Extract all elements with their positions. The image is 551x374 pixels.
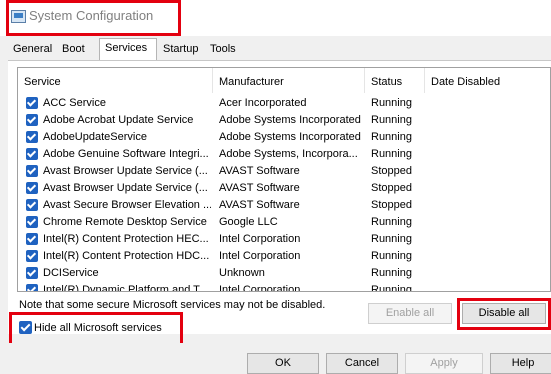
manufacturer-cell: AVAST Software	[219, 165, 300, 177]
service-name-cell: Adobe Acrobat Update Service	[43, 114, 194, 126]
list-header: Service Manufacturer Status Date Disable…	[18, 68, 550, 93]
manufacturer-cell: Intel Corporation	[219, 233, 301, 245]
manufacturer-cell: Adobe Systems, Incorpora...	[219, 148, 358, 160]
manufacturer-cell: Intel Corporation	[219, 284, 301, 292]
service-enabled-checkbox[interactable]	[26, 182, 38, 194]
date-disabled-cell	[431, 197, 549, 214]
date-disabled-cell	[431, 146, 549, 163]
date-disabled-cell	[431, 129, 549, 146]
column-header-date-disabled[interactable]: Date Disabled	[425, 68, 550, 93]
service-name-cell: Intel(R) Dynamic Platform and T...	[43, 284, 208, 292]
service-name-cell: Intel(R) Content Protection HEC...	[43, 233, 209, 245]
column-header-manufacturer[interactable]: Manufacturer	[213, 68, 365, 93]
status-cell: Running	[371, 97, 412, 109]
date-disabled-cell	[431, 95, 549, 112]
status-cell: Stopped	[371, 199, 412, 211]
column-header-service[interactable]: Service	[18, 68, 213, 93]
apply-button[interactable]: Apply	[405, 353, 483, 374]
service-name-cell: Adobe Genuine Software Integri...	[43, 148, 209, 160]
table-row[interactable]: AdobeUpdateService Adobe Systems Incorpor…	[18, 129, 550, 146]
status-cell: Running	[371, 216, 412, 228]
dialog-button-bar: OK Cancel Apply Help	[0, 343, 551, 374]
table-row[interactable]: Chrome Remote Desktop Service Google LLC R…	[18, 214, 550, 231]
table-row[interactable]: Intel(R) Content Protection HEC... Intel …	[18, 231, 550, 248]
status-cell: Running	[371, 250, 412, 262]
table-row[interactable]: Intel(R) Dynamic Platform and T... Intel …	[18, 282, 550, 292]
tab-services[interactable]: Services	[99, 38, 157, 60]
status-cell: Stopped	[371, 165, 412, 177]
service-name-cell: DCIService	[43, 267, 99, 279]
status-cell: Running	[371, 284, 412, 292]
table-row[interactable]: DCIService Unknown Running	[18, 265, 550, 282]
service-enabled-checkbox[interactable]	[26, 97, 38, 109]
date-disabled-cell	[431, 112, 549, 129]
date-disabled-cell	[431, 163, 549, 180]
service-name-cell: ACC Service	[43, 97, 106, 109]
table-row[interactable]: Avast Browser Update Service (... AVAST S…	[18, 180, 550, 197]
service-enabled-checkbox[interactable]	[26, 131, 38, 143]
status-cell: Running	[371, 148, 412, 160]
manufacturer-cell: Google LLC	[219, 216, 278, 228]
service-enabled-checkbox[interactable]	[26, 148, 38, 160]
enable-all-button[interactable]: Enable all	[368, 303, 452, 324]
service-enabled-checkbox[interactable]	[26, 284, 38, 291]
table-row[interactable]: Adobe Genuine Software Integri... Adobe S…	[18, 146, 550, 163]
manufacturer-cell: Intel Corporation	[219, 250, 301, 262]
help-button[interactable]: Help	[490, 353, 551, 374]
service-name-cell: Avast Browser Update Service (...	[43, 182, 208, 194]
table-row[interactable]: Avast Secure Browser Elevation ... AVAST …	[18, 197, 550, 214]
ok-button[interactable]: OK	[247, 353, 319, 374]
tab-boot[interactable]: Boot	[57, 40, 97, 59]
column-header-status[interactable]: Status	[365, 68, 425, 93]
date-disabled-cell	[431, 282, 549, 291]
service-enabled-checkbox[interactable]	[26, 233, 38, 245]
manufacturer-cell: AVAST Software	[219, 182, 300, 194]
date-disabled-cell	[431, 265, 549, 282]
manufacturer-cell: Acer Incorporated	[219, 97, 307, 109]
service-name-cell: Avast Browser Update Service (...	[43, 165, 208, 177]
service-name-cell: Intel(R) Content Protection HDC...	[43, 250, 210, 262]
cancel-button[interactable]: Cancel	[326, 353, 398, 374]
table-row[interactable]: Intel(R) Content Protection HDC... Intel …	[18, 248, 550, 265]
service-enabled-checkbox[interactable]	[26, 199, 38, 211]
status-cell: Running	[371, 233, 412, 245]
tab-general[interactable]: General	[8, 40, 55, 59]
date-disabled-cell	[431, 231, 549, 248]
secure-services-note: Note that some secure Microsoft services…	[19, 299, 326, 311]
table-row[interactable]: Adobe Acrobat Update Service Adobe System…	[18, 112, 550, 129]
status-cell: Running	[371, 131, 412, 143]
table-row[interactable]: ACC Service Acer Incorporated Running	[18, 95, 550, 112]
service-name-cell: Chrome Remote Desktop Service	[43, 216, 207, 228]
manufacturer-cell: Adobe Systems Incorporated	[219, 131, 361, 143]
tab-startup[interactable]: Startup	[158, 40, 204, 59]
status-cell: Running	[371, 267, 412, 279]
highlight-box-title	[6, 0, 181, 36]
date-disabled-cell	[431, 214, 549, 231]
date-disabled-cell	[431, 180, 549, 197]
service-enabled-checkbox[interactable]	[26, 250, 38, 262]
service-name-cell: Avast Secure Browser Elevation ...	[43, 199, 211, 211]
manufacturer-cell: Adobe Systems Incorporated	[219, 114, 361, 126]
service-enabled-checkbox[interactable]	[26, 267, 38, 279]
status-cell: Running	[371, 114, 412, 126]
table-row[interactable]: Avast Browser Update Service (... AVAST S…	[18, 163, 550, 180]
manufacturer-cell: AVAST Software	[219, 199, 300, 211]
service-enabled-checkbox[interactable]	[26, 216, 38, 228]
status-cell: Stopped	[371, 182, 412, 194]
service-enabled-checkbox[interactable]	[26, 165, 38, 177]
service-name-cell: AdobeUpdateService	[43, 131, 147, 143]
manufacturer-cell: Unknown	[219, 267, 265, 279]
highlight-box-disable-all	[457, 298, 551, 330]
service-enabled-checkbox[interactable]	[26, 114, 38, 126]
date-disabled-cell	[431, 248, 549, 265]
tab-tools[interactable]: Tools	[205, 40, 247, 59]
services-list[interactable]: Service Manufacturer Status Date Disable…	[17, 67, 551, 292]
